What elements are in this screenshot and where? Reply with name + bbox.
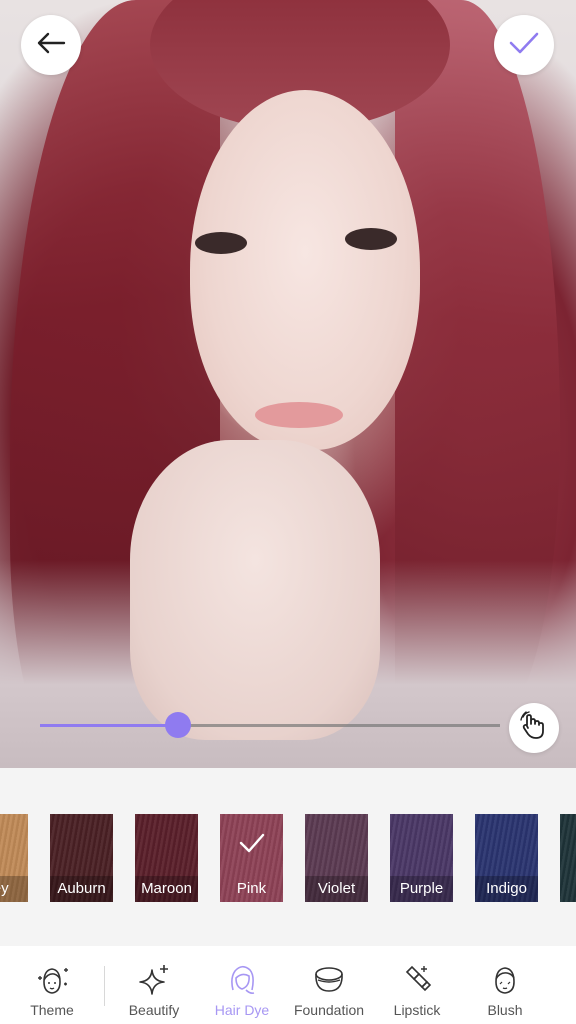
hair-icon xyxy=(222,960,262,1000)
selected-check-icon xyxy=(220,832,283,854)
nav-item-foundation[interactable]: Foundation xyxy=(284,960,374,1018)
bottom-nav: Theme Beautify Hair Dye Foundation Lipstick B… xyxy=(0,946,576,1024)
lips xyxy=(255,402,343,428)
swatch-label: Purple xyxy=(390,876,453,902)
nav-item-label: Blush xyxy=(487,1002,523,1018)
slider-fill xyxy=(40,724,178,727)
slider-thumb[interactable] xyxy=(165,712,191,738)
swatch-label: Auburn xyxy=(50,876,113,902)
app-screen: ney Auburn Maroon Pink Violet Purple Indigo Th… xyxy=(0,0,576,1024)
swatch-texture xyxy=(560,814,576,902)
lipstick-icon xyxy=(397,960,437,1000)
photo-preview[interactable] xyxy=(0,0,576,768)
back-button[interactable] xyxy=(21,15,81,75)
nav-item-label: Hair Dye xyxy=(214,1002,270,1018)
swatch-label: ney xyxy=(0,876,28,902)
face-sparkle-icon xyxy=(32,960,72,1000)
sparkles-icon xyxy=(134,960,174,1000)
nav-item-blush[interactable]: Blush xyxy=(460,960,550,1018)
swatch-label: Indigo xyxy=(475,876,538,902)
intensity-slider[interactable] xyxy=(40,712,500,738)
checkmark-icon xyxy=(508,31,540,60)
hair-color-strip[interactable]: ney Auburn Maroon Pink Violet Purple Indigo xyxy=(0,768,576,946)
swatch-maroon[interactable]: Maroon xyxy=(135,814,198,902)
swatch-label: Pink xyxy=(236,880,267,897)
arrow-left-icon xyxy=(36,31,66,60)
swatch-violet[interactable]: Violet xyxy=(305,814,368,902)
hand-touch-icon xyxy=(519,710,549,746)
nav-divider xyxy=(104,966,105,1006)
nav-item-beautify[interactable]: Beautify xyxy=(109,960,199,1018)
confirm-button[interactable] xyxy=(494,15,554,75)
swatch-purple[interactable]: Purple xyxy=(390,814,453,902)
swatch-ney[interactable]: ney xyxy=(0,814,28,902)
nav-item-hair-dye[interactable]: Hair Dye xyxy=(197,960,287,1018)
swatch-auburn[interactable]: Auburn xyxy=(50,814,113,902)
swatch-pink[interactable]: Pink xyxy=(220,814,283,902)
face-region xyxy=(190,90,420,450)
left-eye xyxy=(195,232,247,254)
nav-item-lipstick[interactable]: Lipstick xyxy=(372,960,462,1018)
swatch-label: Violet xyxy=(305,876,368,902)
nav-item-label: Lipstick xyxy=(393,1002,441,1018)
nav-item-c[interactable]: C xyxy=(548,960,576,1018)
nav-item-label: Foundation xyxy=(293,1002,365,1018)
swatch-indigo[interactable]: Indigo xyxy=(475,814,538,902)
hand-region xyxy=(130,440,380,740)
compact-icon xyxy=(309,960,349,1000)
blush-face-icon xyxy=(485,960,525,1000)
nav-item-label: Theme xyxy=(30,1002,74,1018)
nav-item-label: Beautify xyxy=(128,1002,180,1018)
right-eye xyxy=(345,228,397,250)
compare-button[interactable] xyxy=(509,703,559,753)
swatch-partial[interactable] xyxy=(560,814,576,902)
swatch-label: Maroon xyxy=(135,876,198,902)
nav-item-theme[interactable]: Theme xyxy=(7,960,97,1018)
